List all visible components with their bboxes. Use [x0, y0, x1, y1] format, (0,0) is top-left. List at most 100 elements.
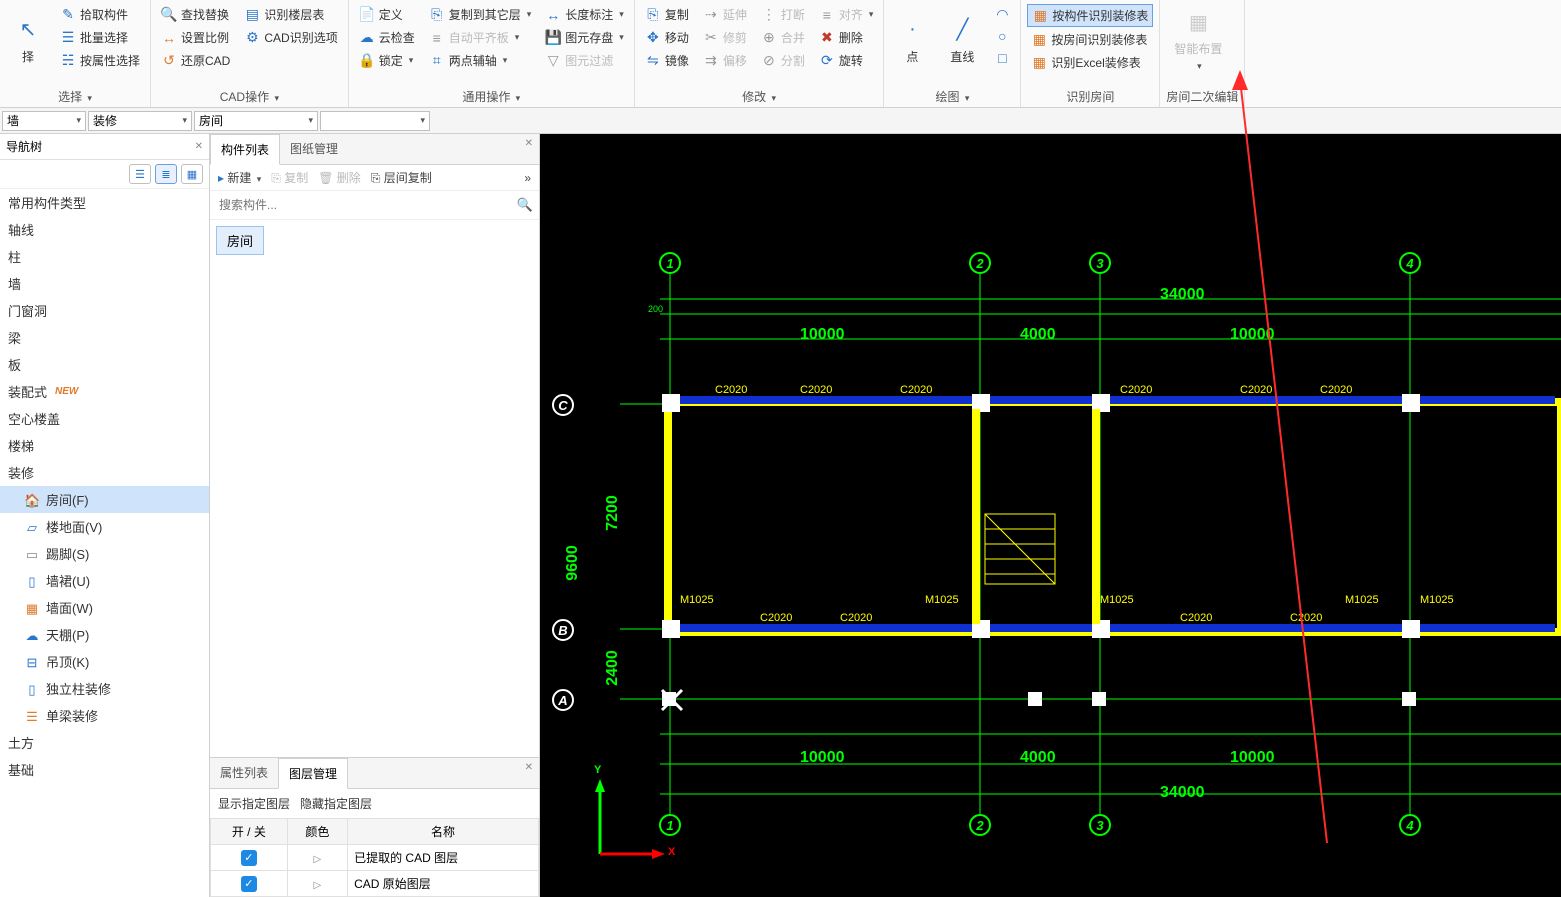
recognize-layers-button[interactable]: ▤识别楼层表 [240, 4, 341, 25]
show-layer-button[interactable]: 显示指定图层 [218, 795, 290, 812]
tab-attrs[interactable]: 属性列表 [210, 758, 278, 788]
search-input[interactable] [216, 195, 517, 215]
expand-icon[interactable]: ▷ [314, 880, 322, 891]
expand-nav-button[interactable]: ☰ [129, 164, 151, 184]
nav-item[interactable]: 门窗洞 [0, 297, 209, 324]
nav-item[interactable]: ▯独立柱装修 [0, 675, 209, 702]
cad-recog-options-button[interactable]: ⚙CAD识别选项 [240, 27, 341, 48]
rotate-button[interactable]: ⟳旋转 [815, 50, 878, 71]
dropdown-1[interactable]: 墙▾ [2, 111, 86, 131]
rect-button[interactable]: □ [990, 48, 1014, 68]
recog-excel-button[interactable]: ▦识别Excel装修表 [1027, 52, 1153, 73]
more-button[interactable]: » [524, 171, 531, 185]
nav-item[interactable]: 🏠房间(F) [0, 486, 209, 513]
recog-by-room-button[interactable]: ▦按房间识别装修表 [1027, 29, 1153, 50]
pick-component-button[interactable]: ✎拾取构件 [56, 4, 144, 25]
delete-component-button[interactable]: 🗑 删除 [318, 169, 361, 186]
cloud-check-button[interactable]: ☁云检查 [355, 27, 419, 48]
nav-item[interactable]: 板 [0, 351, 209, 378]
smart-layout-button[interactable]: ▦智能布置▾ [1166, 4, 1230, 76]
nav-item[interactable]: ⊟吊顶(K) [0, 648, 209, 675]
nav-item[interactable]: 土方 [0, 729, 209, 756]
checkbox-on[interactable]: ✓ [241, 850, 257, 866]
define-button[interactable]: 📄定义 [355, 4, 419, 25]
nav-item[interactable]: ▯墙裙(U) [0, 567, 209, 594]
chevron-down-icon[interactable]: ▾ [274, 93, 279, 103]
nav-item[interactable]: ▭踢脚(S) [0, 540, 209, 567]
point-button[interactable]: ·点 [890, 4, 934, 76]
nav-item[interactable]: ☁天棚(P) [0, 621, 209, 648]
new-button[interactable]: ▸ 新建 ▾ [218, 169, 261, 186]
nav-item[interactable]: 楼梯 [0, 432, 209, 459]
copy-to-other-button[interactable]: ⎘复制到其它层▾ [425, 4, 536, 25]
extend-button[interactable]: ⇢延伸 [699, 4, 751, 25]
close-icon[interactable]: ✕ [525, 138, 533, 149]
chevron-down-icon[interactable]: ▾ [516, 93, 521, 103]
find-replace-button[interactable]: 🔍查找替换 [157, 4, 234, 25]
nav-item[interactable]: 墙 [0, 270, 209, 297]
break-button[interactable]: ⋮打断 [757, 4, 809, 25]
nav-item[interactable]: ▱楼地面(V) [0, 513, 209, 540]
grid-view-button[interactable]: ▦ [181, 164, 203, 184]
ribbon-group-select: ↖ 择 ✎拾取构件 ☰批量选择 ☵按属性选择 选择 ▾ [0, 0, 151, 107]
component-item-room[interactable]: 房间 [216, 226, 264, 255]
trim-button[interactable]: ✂修剪 [699, 27, 751, 48]
select-main-button[interactable]: ↖ 择 [6, 4, 50, 76]
nav-item[interactable]: 柱 [0, 243, 209, 270]
nav-item[interactable]: ▦墙面(W) [0, 594, 209, 621]
chevron-down-icon[interactable]: ▾ [965, 93, 970, 103]
layer-copy-button[interactable]: ⎘ 层间复制 [371, 169, 432, 186]
restore-cad-button[interactable]: ↺还原CAD [157, 50, 234, 71]
select-by-attr-button[interactable]: ☵按属性选择 [56, 50, 144, 71]
offset-button[interactable]: ⇉偏移 [699, 50, 751, 71]
close-icon[interactable]: ✕ [195, 141, 203, 152]
tab-components[interactable]: 构件列表 [210, 134, 280, 165]
nav-tree[interactable]: 常用构件类型轴线柱墙门窗洞梁板装配式NEW空心楼盖楼梯装修🏠房间(F)▱楼地面(… [0, 189, 209, 897]
recog-by-component-button[interactable]: ▦按构件识别装修表 [1027, 4, 1153, 27]
copy-button[interactable]: ⎘复制 [641, 4, 693, 25]
list-view-button[interactable]: ≣ [155, 164, 177, 184]
two-point-aux-button[interactable]: ⌗两点辅轴▾ [425, 50, 536, 71]
checkbox-on[interactable]: ✓ [241, 876, 257, 892]
table-row[interactable]: ✓ ▷ CAD 原始图层 [211, 871, 539, 897]
circle-button[interactable]: ○ [990, 26, 1014, 46]
search-icon[interactable]: 🔍 [517, 197, 533, 213]
nav-item[interactable]: 装修 [0, 459, 209, 486]
align-button[interactable]: ≡对齐▾ [815, 4, 878, 25]
tab-layers[interactable]: 图层管理 [278, 758, 348, 789]
move-button[interactable]: ✥移动 [641, 27, 693, 48]
cad-viewport[interactable]: 1 2 3 4 1 2 3 4 C B A 34000 10000 4000 1… [540, 134, 1561, 897]
filter-primitive-button[interactable]: ▽图元过滤 [541, 50, 628, 71]
dropdown-4[interactable]: ▾ [320, 111, 430, 131]
copy-component-button[interactable]: ⎘ 复制 [271, 169, 308, 186]
delete-button[interactable]: ✖删除 [815, 27, 878, 48]
table-row[interactable]: ✓▷已提取的 CAD 图层 [211, 845, 539, 871]
batch-select-button[interactable]: ☰批量选择 [56, 27, 144, 48]
length-annot-button[interactable]: ↔长度标注▾ [541, 4, 628, 25]
hide-layer-button[interactable]: 隐藏指定图层 [300, 795, 372, 812]
nav-item[interactable]: 轴线 [0, 216, 209, 243]
lock-button[interactable]: 🔒锁定▾ [355, 50, 419, 71]
chevron-down-icon[interactable]: ▾ [772, 93, 777, 103]
nav-item[interactable]: 梁 [0, 324, 209, 351]
nav-item[interactable]: 空心楼盖 [0, 405, 209, 432]
save-primitive-button[interactable]: 💾图元存盘▾ [541, 27, 628, 48]
set-scale-button[interactable]: ↔设置比例 [157, 27, 234, 48]
auto-level-button[interactable]: ≡自动平齐板▾ [425, 27, 536, 48]
merge-button[interactable]: ⊕合并 [757, 27, 809, 48]
arc-button[interactable]: ◠ [990, 4, 1014, 24]
dropdown-3[interactable]: 房间▾ [194, 111, 318, 131]
split-button[interactable]: ⊘分割 [757, 50, 809, 71]
expand-icon[interactable]: ▷ [314, 854, 322, 865]
nav-item[interactable]: 基础 [0, 756, 209, 783]
close-icon[interactable]: ✕ [525, 762, 533, 773]
nav-item[interactable]: 装配式NEW [0, 378, 209, 405]
nav-item[interactable]: ☰单梁装修 [0, 702, 209, 729]
tab-drawings[interactable]: 图纸管理 [280, 134, 348, 164]
line-button[interactable]: ╱直线 [940, 4, 984, 76]
dropdown-2[interactable]: 装修▾ [88, 111, 192, 131]
nav-item[interactable]: 常用构件类型 [0, 189, 209, 216]
mirror-button[interactable]: ⇋镜像 [641, 50, 693, 71]
chevron-down-icon[interactable]: ▾ [87, 93, 92, 103]
layer-name: CAD 原始图层 [348, 871, 539, 897]
